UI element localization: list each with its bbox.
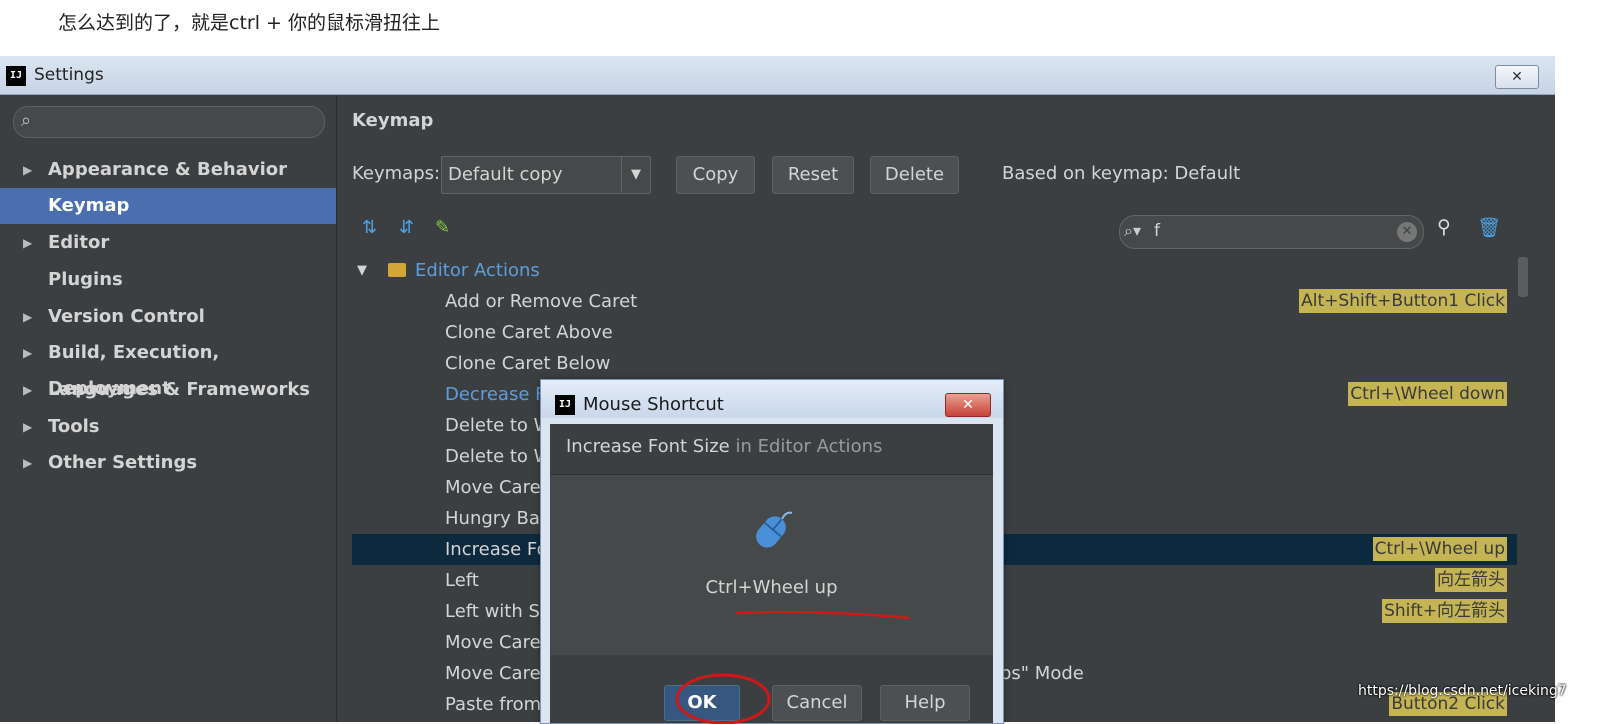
sidebar-item-editor[interactable]: ▶ Editor [0,225,336,261]
tree-scrollbar-thumb[interactable] [1518,257,1528,297]
shortcut-badge: Ctrl+\Wheel down [1348,382,1507,406]
expand-arrow-icon: ▶ [23,383,33,397]
tree-group-editor-actions[interactable]: ▼ Editor Actions [352,255,1517,286]
row-label-suffix: ps" Mode [1000,663,1084,684]
mouse-shortcut-dialog: IJ Mouse Shortcut ✕ Increase Font Size i… [540,379,1004,724]
page-title: Keymap [352,110,434,131]
sidebar-search-input[interactable]: ⌕ [13,106,325,138]
action-filter-input[interactable]: ⌕▾ f ✕ [1119,215,1424,249]
page-caption: 怎么达到的了，就是ctrl + 你的鼠标滑扭往上 [58,12,440,34]
shortcut-badge: Ctrl+\Wheel up [1372,537,1507,561]
expand-arrow-icon: ▶ [23,456,33,470]
sidebar-item-languages[interactable]: ▶ Languages & Frameworks [0,372,336,408]
sidebar-item-build[interactable]: ▶ Build, Execution, Deployment [0,335,336,399]
sidebar-item-other-settings[interactable]: ▶ Other Settings [0,445,336,481]
red-underline-annotation [735,610,911,620]
intellij-logo-icon: IJ [555,395,575,415]
sidebar-item-plugins[interactable]: Plugins [0,262,336,298]
copy-button[interactable]: Copy [676,156,755,194]
table-row[interactable]: Clone Caret Above [352,317,1517,348]
search-icon: ⌕ [21,110,32,131]
sidebar-item-tools[interactable]: ▶ Tools [0,409,336,445]
dialog-footer: OK Cancel Help [550,655,993,724]
dialog-header: Increase Font Size in Editor Actions [550,424,993,475]
settings-sidebar: ⌕ ▶ Appearance & Behavior Keymap ▶ Edito… [0,95,337,722]
cancel-button[interactable]: Cancel [772,685,862,721]
filter-value: f [1154,221,1160,241]
table-row[interactable]: Clone Caret Below [352,348,1517,379]
shortcut-badge: 向左箭头 [1435,568,1507,592]
window-titlebar: IJ Settings ✕ [0,56,1555,95]
expand-all-icon[interactable]: ⇅ [362,217,377,238]
collapse-all-icon[interactable]: ⇵ [399,217,414,238]
tree-scrollbar[interactable] [1517,255,1529,722]
dialog-titlebar: IJ Mouse Shortcut ✕ [541,380,1003,418]
expand-arrow-icon: ▼ [357,263,367,278]
keymaps-label: Keymaps: [352,163,441,184]
shortcut-badge: Shift+向左箭头 [1382,599,1507,623]
folder-icon [388,263,406,277]
window-title: Settings [34,65,104,85]
delete-button[interactable]: Delete [870,156,959,194]
keymap-select-value: Default copy [448,164,563,185]
search-dropdown-icon[interactable]: ⌕▾ [1124,221,1141,241]
captured-shortcut: Ctrl+Wheel up [705,577,838,598]
expand-arrow-icon: ▶ [23,236,33,250]
expand-arrow-icon: ▶ [23,420,33,434]
reset-button[interactable]: Reset [772,156,854,194]
dialog-body: Increase Font Size in Editor Actions Ctr… [550,424,993,724]
sidebar-item-version-control[interactable]: ▶ Version Control [0,299,336,335]
action-name: Increase Font Size [566,436,730,457]
dialog-action-text: Increase Font Size in Editor Actions [566,436,882,457]
based-on-label: Based on keymap: Default [1002,163,1241,184]
help-button[interactable]: Help [880,685,970,721]
find-by-shortcut-icon[interactable]: ⚲ [1437,216,1451,238]
chevron-down-icon[interactable]: ▼ [621,157,650,193]
table-row[interactable]: Add or Remove Caret Alt+Shift+Button1 Cl… [352,286,1517,317]
clear-icon[interactable]: ✕ [1397,222,1417,242]
expand-arrow-icon: ▶ [23,310,33,324]
mouse-icon [756,511,793,548]
window-close-button[interactable]: ✕ [1495,65,1539,89]
keymap-select[interactable]: Default copy ▼ [441,156,651,194]
expand-arrow-icon: ▶ [23,163,33,177]
shortcut-badge: Alt+Shift+Button1 Click [1299,289,1507,313]
intellij-logo-icon: IJ [6,66,26,86]
shortcut-capture-area[interactable]: Ctrl+Wheel up [550,475,993,655]
dialog-close-button[interactable]: ✕ [945,393,991,417]
trash-icon[interactable]: 🗑 [1477,216,1501,239]
sidebar-item-appearance[interactable]: ▶ Appearance & Behavior [0,152,336,188]
action-context: in Editor Actions [729,436,883,457]
edit-pencil-icon[interactable]: ✎ [435,217,450,238]
expand-arrow-icon: ▶ [23,346,33,360]
dialog-title: Mouse Shortcut [583,394,724,415]
sidebar-item-keymap[interactable]: Keymap [0,188,336,224]
watermark: https://blog.csdn.net/iceking7 [1358,683,1567,699]
red-circle-annotation [675,673,771,724]
